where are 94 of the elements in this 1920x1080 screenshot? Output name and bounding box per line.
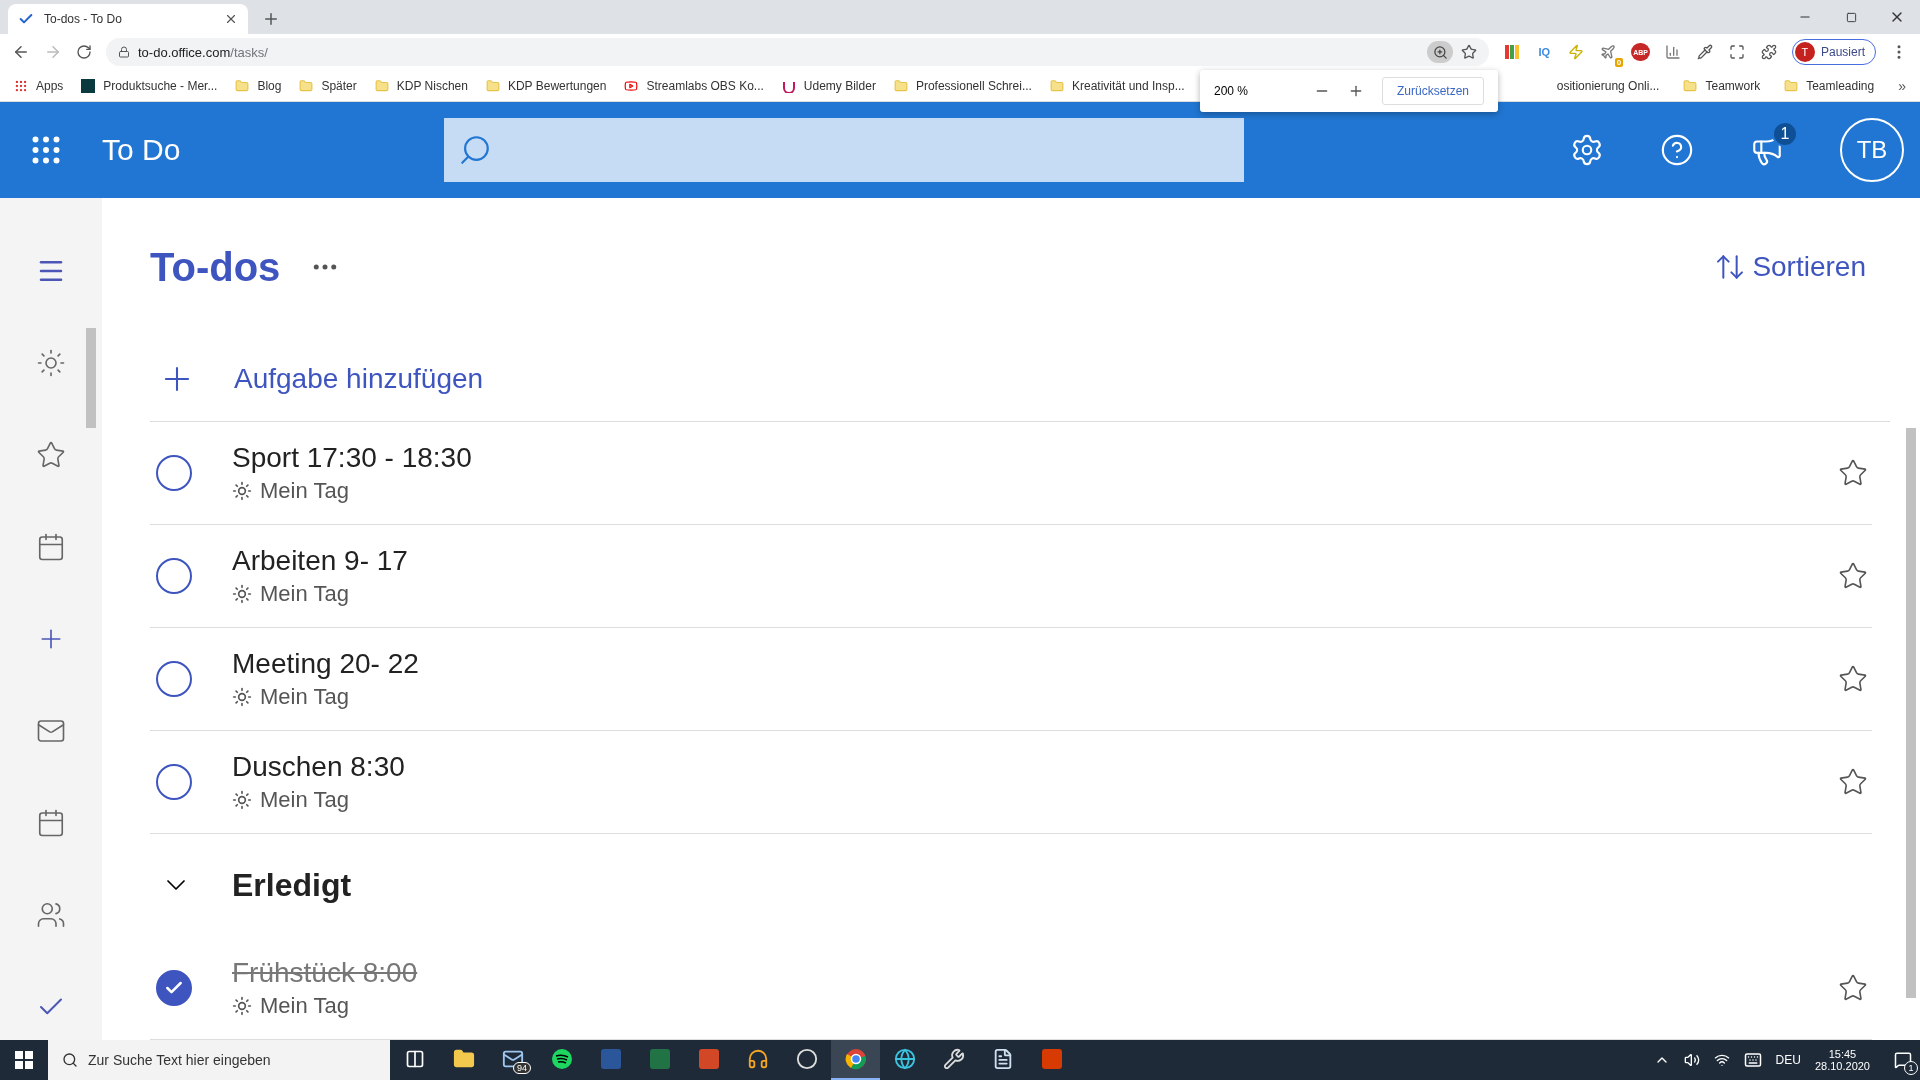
notification-icon[interactable] xyxy=(1894,1051,1912,1069)
star-icon[interactable] xyxy=(1838,560,1868,591)
task-checkbox[interactable] xyxy=(156,557,192,594)
list-title: To-dos xyxy=(150,244,281,290)
bookmark[interactable]: Blog xyxy=(235,78,282,93)
apps-grid-icon xyxy=(14,78,28,93)
sun-icon xyxy=(232,686,252,707)
sun-icon xyxy=(232,480,252,501)
tab-title: To-dos - To Do xyxy=(44,12,123,26)
search-icon xyxy=(62,1052,78,1068)
sun-icon[interactable] xyxy=(36,348,66,378)
clock[interactable]: 15:45 28.10.2020 xyxy=(1814,1048,1870,1072)
people-icon[interactable] xyxy=(36,900,66,930)
plane-icon[interactable] xyxy=(1600,44,1617,60)
task-checkbox[interactable] xyxy=(156,660,192,697)
bookmark[interactable]: KDP Bewertungen xyxy=(485,78,607,93)
folder-icon xyxy=(1784,78,1799,93)
app-name: To Do xyxy=(102,133,182,167)
folder-icon xyxy=(1683,78,1698,93)
sun-icon xyxy=(232,583,252,604)
star-icon[interactable] xyxy=(1838,973,1868,1003)
sort-button[interactable]: Sortieren xyxy=(1708,250,1872,285)
language-indicator[interactable]: DEU xyxy=(1775,1053,1801,1067)
calendar-icon[interactable] xyxy=(36,808,66,838)
calendar-icon[interactable] xyxy=(36,532,66,562)
bookmark[interactable]: ositionierung Onli... xyxy=(1556,78,1660,93)
zoom-value: 200 % xyxy=(1214,84,1250,98)
section-title: Erledigt xyxy=(232,867,352,904)
notification-badge: 1 xyxy=(1904,1061,1918,1075)
video-icon xyxy=(624,78,639,93)
browser-tab[interactable]: To-dos - To Do xyxy=(8,4,248,34)
task-checkbox[interactable] xyxy=(156,454,192,491)
help-icon[interactable] xyxy=(1660,133,1694,167)
sun-icon xyxy=(232,789,252,810)
bookmark[interactable]: Streamlabs OBS Ko... xyxy=(624,78,764,93)
rainbow-extension-icon[interactable] xyxy=(1503,43,1522,61)
zoom-icon[interactable] xyxy=(1427,41,1454,63)
task-list-label: Mein Tag xyxy=(260,580,349,607)
folder-icon xyxy=(299,78,314,93)
task-title: Duschen 8:30 xyxy=(232,750,406,783)
task-checkbox[interactable] xyxy=(156,763,192,800)
extension-button[interactable]: IQ xyxy=(1535,43,1554,61)
notification-badge: 1 xyxy=(1772,121,1798,147)
avatar[interactable]: TB xyxy=(1840,118,1904,182)
bookmark[interactable]: Professionell Schrei... xyxy=(893,78,1032,93)
more-bookmarks-button[interactable]: » xyxy=(1898,77,1906,94)
bookmark[interactable]: Kreativität und Insp... xyxy=(1049,78,1185,93)
search-field[interactable] xyxy=(444,118,1244,182)
bookmark[interactable]: Apps xyxy=(14,78,64,93)
bookmark-star-icon[interactable] xyxy=(1461,44,1478,60)
bookmark[interactable]: KDP Nischen xyxy=(374,78,468,93)
star-icon[interactable] xyxy=(1838,663,1868,694)
expand-icon[interactable] xyxy=(1727,43,1746,61)
reload-icon[interactable] xyxy=(76,44,92,60)
keyboard-icon[interactable] xyxy=(1743,1051,1762,1069)
back-icon[interactable] xyxy=(12,43,30,61)
star-icon[interactable] xyxy=(1838,457,1868,488)
search-icon xyxy=(458,133,492,167)
address-bar[interactable]: to-do.office.com/tasks/ xyxy=(106,38,1490,66)
folder-icon xyxy=(1049,78,1064,93)
add-task-field[interactable]: Aufgabe hinzufügen xyxy=(150,336,1890,422)
task-title: Arbeiten 9- 17 xyxy=(232,544,409,577)
task-list-label: Mein Tag xyxy=(260,477,349,504)
bars-icon[interactable] xyxy=(1663,43,1682,61)
star-icon[interactable] xyxy=(36,440,66,470)
task-title: Frühstück 8:00 xyxy=(232,957,419,989)
sun-icon xyxy=(232,996,252,1016)
close-icon[interactable] xyxy=(224,12,238,26)
task-checkbox[interactable] xyxy=(156,970,192,1006)
extension-badge: 0 xyxy=(1614,58,1624,67)
folder-icon xyxy=(485,78,500,93)
folder-icon xyxy=(235,78,250,93)
puzzle-icon[interactable] xyxy=(1759,43,1778,61)
folder-icon xyxy=(893,78,908,93)
bookmark[interactable]: Später xyxy=(299,78,357,93)
task-title: Sport 17:30 - 18:30 xyxy=(232,441,473,474)
task-list-label: Mein Tag xyxy=(260,786,349,813)
taskbar-search-field[interactable]: Zur Suche Text hier eingeben xyxy=(48,1040,390,1080)
star-icon[interactable] xyxy=(1838,766,1868,797)
reset-button[interactable]: Zurücksetzen xyxy=(1381,77,1484,105)
task-title: Meeting 20- 22 xyxy=(232,647,420,680)
task-list-label: Mein Tag xyxy=(260,683,349,710)
lock-icon xyxy=(118,46,130,58)
settings-icon[interactable] xyxy=(1570,133,1604,167)
new-tab-icon[interactable] xyxy=(262,10,280,28)
dropper-icon[interactable] xyxy=(1695,43,1714,61)
folder-icon xyxy=(374,78,389,93)
bookmark[interactable]: Produktsuche - Mer... xyxy=(81,78,218,93)
bookmark[interactable]: Teamleading xyxy=(1784,78,1875,93)
bookmark[interactable]: Udemy Bilder xyxy=(781,78,876,93)
wifi-icon[interactable] xyxy=(1713,1052,1730,1068)
volume-icon[interactable] xyxy=(1683,1052,1700,1068)
task-list-label: Mein Tag xyxy=(260,993,349,1019)
bookmark[interactable]: Teamwork xyxy=(1683,78,1761,93)
